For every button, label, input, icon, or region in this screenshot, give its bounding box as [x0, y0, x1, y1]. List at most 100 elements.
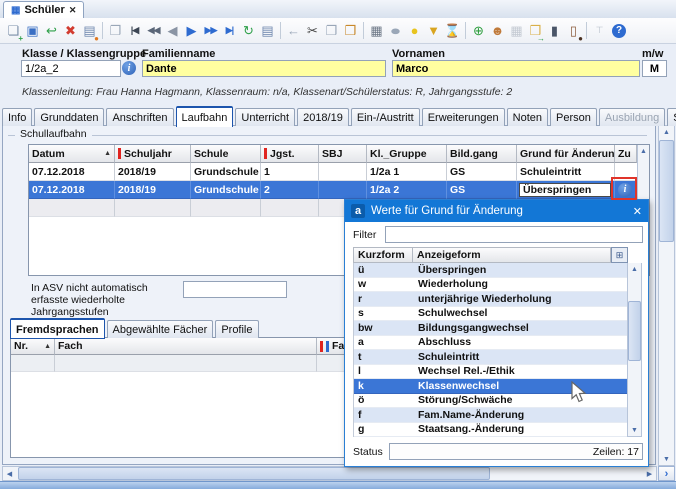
value-row-unterjaehrige-wiederholung[interactable]: runterjährige Wiederholung: [354, 292, 627, 307]
scroll-down-icon[interactable]: ▼: [663, 453, 670, 465]
column-header-grund[interactable]: Grund für Änderung: [517, 145, 615, 163]
dialog-titlebar[interactable]: a Werte für Grund für Änderung ✕: [345, 200, 648, 222]
undo-icon[interactable]: ↩: [42, 21, 61, 41]
delete-icon[interactable]: ✖: [61, 21, 80, 41]
scroll-up-icon[interactable]: ▲: [663, 126, 670, 138]
column-header-jgst[interactable]: Jgst.: [261, 145, 319, 163]
new-record-icon[interactable]: ❏+: [4, 21, 23, 41]
laufbahn-row-2-selected[interactable]: 07.12.2018 2018/19 Grundschule ... 2 1/2…: [29, 181, 637, 199]
column-header-schule[interactable]: Schule: [191, 145, 261, 163]
column-header-fach[interactable]: Fach: [55, 338, 317, 355]
tab-sonderpaed[interactable]: Sonderpäd.: [667, 108, 676, 126]
column-header-kurzform[interactable]: Kurzform: [353, 247, 413, 263]
last-record-icon[interactable]: ▶|: [220, 21, 239, 41]
note-input[interactable]: [183, 281, 287, 298]
tab-schuljahr[interactable]: 2018/19: [297, 108, 349, 126]
klasse-info-icon[interactable]: i: [122, 61, 136, 75]
filter-input[interactable]: [385, 226, 643, 243]
filter-label: Filter: [353, 229, 376, 241]
value-row-staatsang-aenderung[interactable]: gStaatsang.-Änderung: [354, 423, 627, 438]
form-edit-icon[interactable]: ▤●: [80, 21, 99, 41]
window-horizontal-scrollbar[interactable]: ◀ ▶: [2, 466, 657, 481]
tab-noten[interactable]: Noten: [507, 108, 548, 126]
doc-tab-schueler[interactable]: ▦ Schüler ✕: [3, 1, 84, 18]
copy-record-icon[interactable]: ❐: [106, 21, 125, 41]
cut-icon[interactable]: ✂: [303, 21, 322, 41]
copy-icon[interactable]: ❐: [322, 21, 341, 41]
scroll-up-icon[interactable]: ▲: [631, 263, 638, 275]
fast-forward-icon[interactable]: ▶▶: [201, 21, 220, 41]
column-header-anzeigeform[interactable]: Anzeigeform: [413, 247, 611, 263]
value-row-klassenwechsel-selected[interactable]: kKlassenwechsel: [354, 379, 627, 394]
refresh-icon[interactable]: ↻: [239, 21, 258, 41]
scroll-left-icon[interactable]: ◀: [3, 470, 16, 478]
filter-funnel-icon[interactable]: ▼: [424, 21, 443, 41]
back-arrow-icon[interactable]: ←: [284, 21, 303, 41]
expand-corner-button[interactable]: ›: [658, 466, 675, 481]
dialog-close-icon[interactable]: ✕: [633, 205, 642, 218]
horizontal-scroll-thumb[interactable]: [18, 467, 490, 480]
tab-fremdsprachen[interactable]: Fremdsprachen: [10, 318, 105, 339]
scroll-down-icon[interactable]: ▼: [631, 424, 638, 436]
scroll-right-icon[interactable]: ▶: [643, 470, 656, 478]
help-icon[interactable]: ?: [612, 24, 626, 38]
list-view-icon[interactable]: ▤: [258, 21, 277, 41]
register-book-icon[interactable]: ▮: [545, 21, 564, 41]
tab-laufbahn[interactable]: Laufbahn: [176, 106, 234, 127]
mw-field[interactable]: [642, 60, 667, 77]
column-header-bildgang[interactable]: Bild.gang: [447, 145, 517, 163]
reminder-clock-icon[interactable]: ⌛: [443, 21, 462, 41]
tab-unterricht[interactable]: Unterricht: [235, 108, 295, 126]
save-icon[interactable]: ▣: [23, 21, 42, 41]
tab-abgewaehlte-faecher[interactable]: Abgewählte Fächer: [107, 320, 214, 338]
tab-ein-austritt[interactable]: Ein-/Austritt: [351, 108, 420, 126]
column-header-schuljahr[interactable]: Schuljahr: [115, 145, 191, 163]
column-header-sbj[interactable]: SBJ: [319, 145, 367, 163]
column-config-icon[interactable]: ⊞: [611, 247, 628, 263]
first-record-icon[interactable]: |◀: [125, 21, 144, 41]
toolbar-separator: [363, 22, 364, 39]
dialog-vertical-scrollbar[interactable]: ▲ ▼: [627, 263, 642, 437]
vornamen-field[interactable]: [392, 60, 640, 77]
tab-erweiterungen[interactable]: Erweiterungen: [422, 108, 505, 126]
scroll-up-icon[interactable]: ▲: [640, 145, 647, 157]
value-row-ueberspringen[interactable]: üÜberspringen: [354, 263, 627, 278]
hint-bulb-icon[interactable]: ●: [405, 21, 424, 41]
tab-anschriften[interactable]: Anschriften: [106, 108, 173, 126]
value-row-wechsel-rel-ethik[interactable]: lWechsel Rel.-/Ethik: [354, 365, 627, 380]
grund-info-icon[interactable]: i: [618, 183, 632, 197]
tab-info[interactable]: Info: [2, 108, 32, 126]
value-row-wiederholung[interactable]: wWiederholung: [354, 278, 627, 293]
document-tabstrip: ▦ Schüler ✕: [0, 0, 676, 19]
tab-person[interactable]: Person: [550, 108, 597, 126]
fast-backward-icon[interactable]: ◀◀: [144, 21, 163, 41]
value-row-fam-name-aenderung[interactable]: fFam.Name-Änderung: [354, 408, 627, 423]
value-row-schuleintritt[interactable]: tSchuleintritt: [354, 350, 627, 365]
folder-export-icon[interactable]: ❒→: [526, 21, 545, 41]
column-header-datum[interactable]: Datum▲: [29, 145, 115, 163]
previous-record-icon[interactable]: ◀: [163, 21, 182, 41]
required-marker: [264, 148, 267, 159]
vertical-scroll-thumb[interactable]: [659, 140, 674, 242]
dialog-scroll-thumb[interactable]: [628, 301, 641, 361]
tab-profile[interactable]: Profile: [215, 320, 258, 338]
value-row-bildungsgangwechsel[interactable]: bwBildungsgangwechsel: [354, 321, 627, 336]
id-card-icon[interactable]: ▯●: [564, 21, 583, 41]
grund-edit-cell[interactable]: Überspringen: [519, 183, 611, 197]
student-icon[interactable]: ☻: [488, 21, 507, 41]
value-row-stoerung-schwaeche[interactable]: öStörung/Schwäche: [354, 394, 627, 409]
value-row-abschluss[interactable]: aAbschluss: [354, 336, 627, 351]
column-header-nr[interactable]: Nr.▲: [11, 338, 55, 355]
paste-icon[interactable]: ❒: [341, 21, 360, 41]
tab-grunddaten[interactable]: Grunddaten: [34, 108, 104, 126]
column-header-zu[interactable]: Zu: [615, 145, 637, 163]
column-header-kl-gruppe[interactable]: Kl._Gruppe: [367, 145, 447, 163]
globe-export-icon[interactable]: ⊕: [469, 21, 488, 41]
laufbahn-row-1[interactable]: 07.12.2018 2018/19 Grundschule ... 1 1/2…: [29, 163, 637, 181]
value-row-schulwechsel[interactable]: sSchulwechsel: [354, 307, 627, 322]
close-tab-icon[interactable]: ✕: [69, 5, 77, 16]
next-record-icon[interactable]: ▶: [182, 21, 201, 41]
klasse-field[interactable]: [21, 60, 121, 77]
window-vertical-scrollbar[interactable]: ▲ ▼: [658, 125, 675, 466]
familienname-field[interactable]: [142, 60, 386, 77]
